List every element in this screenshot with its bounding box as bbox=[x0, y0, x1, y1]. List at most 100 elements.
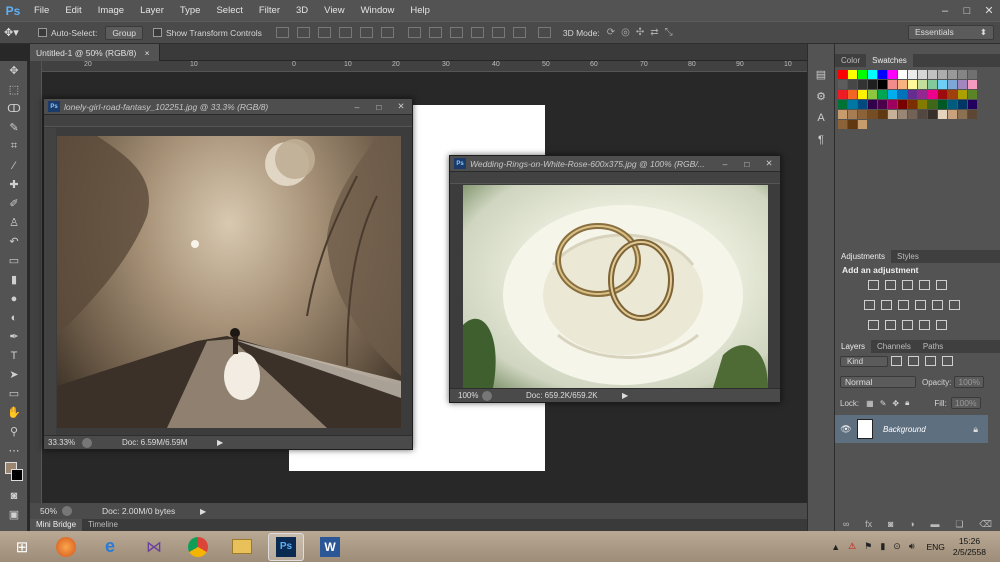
document-tab[interactable]: Untitled-1 @ 50% (RGB/8) × bbox=[30, 44, 160, 61]
swatch[interactable] bbox=[898, 110, 907, 119]
posterize-icon[interactable] bbox=[885, 320, 896, 330]
align-hcenter-icon[interactable] bbox=[359, 27, 373, 38]
swatch[interactable] bbox=[878, 90, 887, 99]
swatch[interactable] bbox=[888, 80, 897, 89]
word-icon[interactable]: W bbox=[312, 533, 348, 561]
auto-align-icon[interactable] bbox=[537, 27, 551, 38]
move-tool-icon[interactable]: ✥▾ bbox=[4, 26, 38, 39]
tray-misc-icon[interactable]: ⊙ bbox=[893, 541, 901, 552]
swatch[interactable] bbox=[948, 90, 957, 99]
crop-tool-icon[interactable]: ⌗ bbox=[0, 137, 28, 156]
hand-tool-icon[interactable]: ✋ bbox=[0, 403, 28, 422]
more-tools-icon[interactable]: ⋯ bbox=[0, 441, 28, 460]
swatch[interactable] bbox=[838, 110, 847, 119]
menu-view[interactable]: View bbox=[316, 5, 352, 16]
path-select-icon[interactable]: ➤ bbox=[0, 365, 28, 384]
lonely-girl-image[interactable] bbox=[57, 136, 401, 428]
swatch[interactable] bbox=[848, 120, 857, 129]
black-white-icon[interactable] bbox=[898, 300, 909, 310]
internet-explorer-icon[interactable]: e bbox=[92, 533, 128, 561]
curves-icon[interactable] bbox=[902, 280, 913, 290]
visual-studio-icon[interactable]: ⋈ bbox=[136, 533, 172, 561]
color-lookup-icon[interactable] bbox=[949, 300, 960, 310]
photoshop-taskbar-icon[interactable]: Ps bbox=[268, 532, 304, 561]
swatch[interactable] bbox=[918, 70, 927, 79]
swatch[interactable] bbox=[908, 80, 917, 89]
swatch[interactable] bbox=[848, 100, 857, 109]
zoom-level[interactable]: 33.33% bbox=[44, 438, 82, 447]
document-window-lonely-girl[interactable]: Ps lonely-girl-road-fantasy_102251.jpg @… bbox=[43, 98, 413, 450]
exposure-icon[interactable] bbox=[919, 280, 930, 290]
marquee-tool-icon[interactable]: ⬚ bbox=[0, 80, 28, 99]
language-indicator[interactable]: ENG bbox=[926, 542, 944, 552]
tab-layers[interactable]: Layers bbox=[835, 340, 872, 353]
swatch[interactable] bbox=[838, 100, 847, 109]
rectangle-tool-icon[interactable]: ▭ bbox=[0, 384, 28, 403]
tab-color[interactable]: Color bbox=[835, 54, 866, 67]
character-icon[interactable]: A bbox=[808, 112, 834, 134]
quick-select-tool-icon[interactable]: ✎ bbox=[0, 118, 28, 137]
tray-app-icon[interactable]: ⚠ bbox=[848, 541, 856, 552]
swatch[interactable] bbox=[848, 80, 857, 89]
fill-input[interactable]: 100% bbox=[950, 397, 981, 409]
distribute-vcenter-icon[interactable] bbox=[428, 27, 442, 38]
dodge-tool-icon[interactable]: ◐ bbox=[0, 308, 28, 327]
threshold-icon[interactable] bbox=[902, 320, 913, 330]
tab-swatches[interactable]: Swatches bbox=[866, 54, 913, 67]
screen-mode-icon[interactable]: ▣ bbox=[0, 505, 28, 524]
swatches-grid[interactable] bbox=[838, 70, 1000, 140]
channel-mixer-icon[interactable] bbox=[932, 300, 943, 310]
auto-select-checkbox[interactable] bbox=[38, 28, 47, 37]
healing-brush-icon[interactable]: ✚ bbox=[0, 175, 28, 194]
swatch[interactable] bbox=[968, 70, 977, 79]
eyedropper-tool-icon[interactable]: ⁄ bbox=[0, 156, 28, 175]
swatch[interactable] bbox=[958, 100, 967, 109]
vibrance-icon[interactable] bbox=[936, 280, 947, 290]
menu-help[interactable]: Help bbox=[402, 5, 438, 16]
align-bottom-icon[interactable] bbox=[317, 27, 331, 38]
swatch[interactable] bbox=[868, 70, 877, 79]
gradient-tool-icon[interactable]: ▮ bbox=[0, 270, 28, 289]
status-info-icon[interactable] bbox=[62, 506, 72, 516]
swatch[interactable] bbox=[868, 90, 877, 99]
gradient-map-icon[interactable] bbox=[919, 320, 930, 330]
tray-expand-icon[interactable]: ▲ bbox=[831, 542, 840, 552]
swatch[interactable] bbox=[908, 110, 917, 119]
chrome-icon[interactable] bbox=[180, 533, 216, 561]
layer-name[interactable]: Background bbox=[883, 425, 973, 434]
document-window-titlebar[interactable]: Ps lonely-girl-road-fantasy_102251.jpg @… bbox=[44, 99, 412, 115]
new-layer-icon[interactable]: ❏ bbox=[955, 519, 963, 531]
swatch[interactable] bbox=[928, 110, 937, 119]
swatch[interactable] bbox=[968, 110, 977, 119]
swatch[interactable] bbox=[968, 80, 977, 89]
color-balance-icon[interactable] bbox=[881, 300, 892, 310]
swatch[interactable] bbox=[908, 70, 917, 79]
swatch[interactable] bbox=[848, 70, 857, 79]
maximize-icon[interactable]: □ bbox=[368, 102, 390, 112]
swatch[interactable] bbox=[858, 120, 867, 129]
distribute-left-icon[interactable] bbox=[470, 27, 484, 38]
swatch[interactable] bbox=[918, 100, 927, 109]
lasso-tool-icon[interactable]: ↀ bbox=[0, 99, 28, 118]
menu-type[interactable]: Type bbox=[172, 5, 209, 16]
properties-icon[interactable]: ⚙ bbox=[808, 90, 834, 112]
paragraph-icon[interactable]: ¶ bbox=[808, 134, 834, 156]
menu-window[interactable]: Window bbox=[353, 5, 403, 16]
new-adjustment-icon[interactable]: ◑ bbox=[909, 519, 914, 531]
wedding-rings-image[interactable] bbox=[463, 185, 768, 388]
status-menu-arrow-icon[interactable]: ▶ bbox=[217, 438, 223, 447]
swatch[interactable] bbox=[968, 90, 977, 99]
swatch[interactable] bbox=[878, 100, 887, 109]
workspace-dropdown[interactable]: Essentials ⬍ bbox=[908, 25, 994, 40]
swatch[interactable] bbox=[878, 70, 887, 79]
swatch[interactable] bbox=[948, 110, 957, 119]
close-icon[interactable]: ✕ bbox=[390, 101, 412, 112]
swatch[interactable] bbox=[888, 90, 897, 99]
swatch[interactable] bbox=[838, 80, 847, 89]
volume-icon[interactable]: 🔊︎ bbox=[909, 541, 915, 552]
menu-file[interactable]: File bbox=[26, 5, 57, 16]
tab-close-icon[interactable]: × bbox=[145, 48, 150, 58]
eraser-tool-icon[interactable]: ▭ bbox=[0, 251, 28, 270]
lock-move-icon[interactable]: ✥ bbox=[892, 399, 899, 408]
3d-slide-icon[interactable]: ⇄ bbox=[650, 27, 658, 38]
